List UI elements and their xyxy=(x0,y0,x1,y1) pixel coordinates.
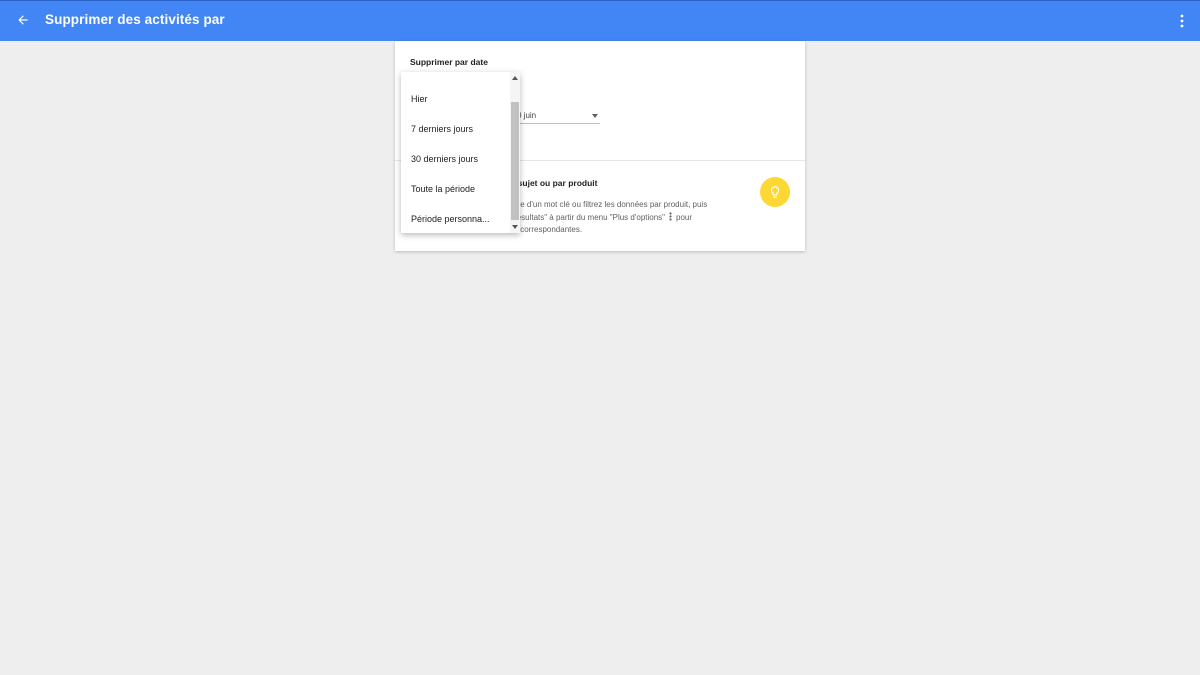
app-bar: Supprimer des activités par xyxy=(0,0,1200,41)
description-line-1: ide d'un mot clé ou filtrez les données … xyxy=(514,200,708,209)
scrollbar-thumb[interactable] xyxy=(511,102,519,220)
dropdown-option-30-days[interactable]: 30 derniers jours xyxy=(401,144,509,174)
more-options-inline-icon xyxy=(669,211,673,221)
back-button[interactable] xyxy=(12,9,34,31)
dropdown-option-custom[interactable]: Période personna... xyxy=(401,204,509,233)
dropdown-option-yesterday[interactable]: Hier xyxy=(401,84,509,114)
description-line-3: s correspondantes. xyxy=(514,225,583,234)
page-title: Supprimer des activités par xyxy=(45,12,225,27)
scroll-up-arrow-icon[interactable] xyxy=(510,72,520,84)
description-line-2a: résultats" à partir du menu "Plus d'opti… xyxy=(514,212,666,222)
more-vert-icon xyxy=(1180,14,1184,28)
dropdown-option-7-days[interactable]: 7 derniers jours xyxy=(401,114,509,144)
lightbulb-icon xyxy=(770,186,780,198)
dropdown-arrow-icon xyxy=(592,114,598,118)
delete-by-date-title: Supprimer par date xyxy=(410,57,488,67)
description-line-2b: pour xyxy=(676,212,693,222)
date-range-dropdown: · Hier 7 derniers jours 30 derniers jour… xyxy=(401,72,520,233)
dropdown-clipped-item: · xyxy=(411,72,414,76)
dropdown-scrollbar[interactable] xyxy=(510,72,520,233)
delete-by-topic-title-text: r sujet ou par produit xyxy=(512,178,598,188)
date-end-select[interactable]: 0 juin xyxy=(513,111,600,124)
dropdown-option-all-time[interactable]: Toute la période xyxy=(401,174,509,204)
arrow-left-icon xyxy=(18,15,28,25)
tip-badge xyxy=(760,177,790,207)
more-options-button[interactable] xyxy=(1174,10,1190,32)
scroll-down-arrow-icon[interactable] xyxy=(510,221,520,233)
